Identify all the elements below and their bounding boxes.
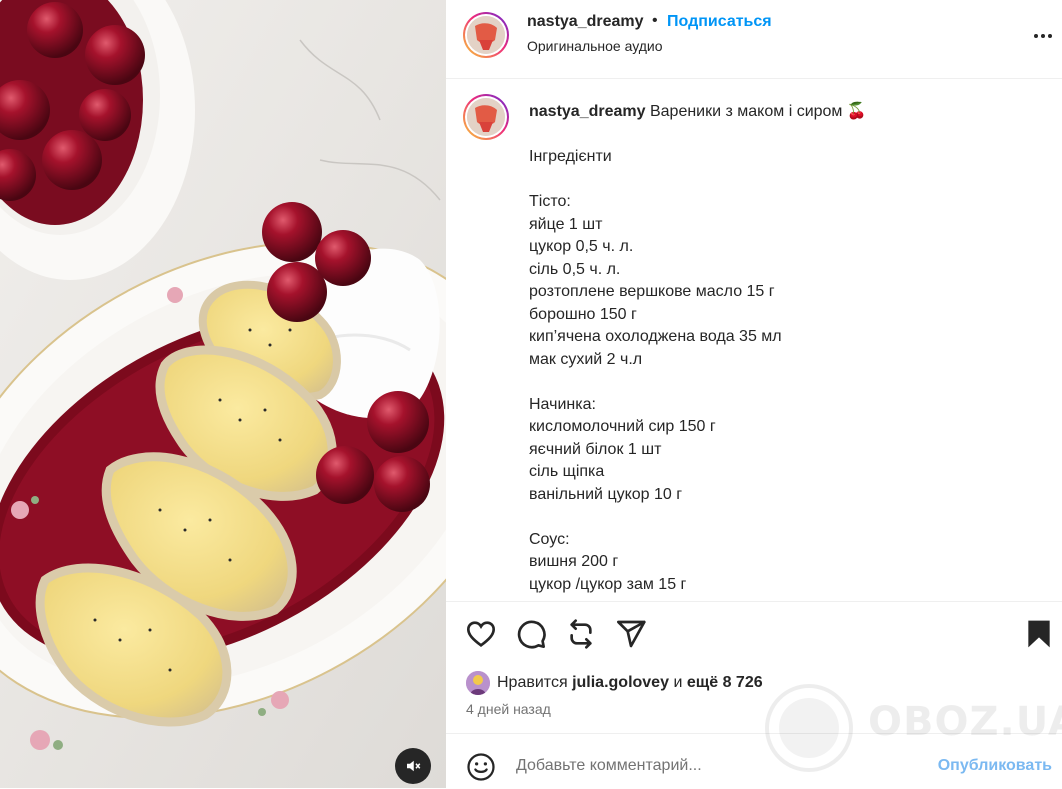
likes-and: и bbox=[673, 674, 683, 691]
caption-line: ванільний цукор 10 г bbox=[529, 485, 683, 503]
repost-icon[interactable] bbox=[565, 618, 597, 650]
caption-line: сіль 0,5 ч. л. bbox=[529, 260, 621, 278]
caption-line bbox=[529, 506, 782, 529]
audio-label[interactable]: Оригинальное аудио bbox=[527, 38, 663, 54]
likes-prefix: Нравится bbox=[497, 674, 568, 691]
caption-line: Тісто: bbox=[529, 193, 571, 210]
likes-count[interactable]: ещё 8 726 bbox=[687, 674, 763, 692]
likes-user[interactable]: julia.golovey bbox=[572, 674, 669, 692]
caption-line: Начинка: bbox=[529, 395, 596, 413]
caption-title: Вареники з маком і сиром 🍒 bbox=[649, 103, 867, 120]
comment-icon[interactable] bbox=[515, 618, 547, 650]
caption-line: розтоплене вершкове масло 15 г bbox=[529, 283, 775, 300]
caption-area[interactable]: nastya_dreamy Вареники з маком і сиром 🍒… bbox=[446, 79, 1062, 601]
caption-line bbox=[529, 371, 782, 394]
caption-line: цукор /цукор зам 15 г bbox=[529, 575, 687, 593]
likes-line: Нравится julia.golovey и ещё 8 726 bbox=[466, 670, 763, 696]
caption-line: яєчний білок 1 шт bbox=[529, 440, 662, 458]
caption-line: мак сухий 2 ч.л bbox=[529, 350, 643, 368]
post-header: nastya_dreamy • Подписаться Оригинальное… bbox=[446, 0, 1062, 79]
action-bar: Нравится julia.golovey и ещё 8 726 4 дне… bbox=[446, 601, 1062, 732]
post-timestamp[interactable]: 4 дней назад bbox=[466, 701, 551, 717]
post-image[interactable] bbox=[0, 0, 446, 788]
mute-button[interactable] bbox=[395, 748, 431, 784]
caption-line: кип’ячена охолоджена вода 35 мл bbox=[529, 328, 782, 345]
caption-text: Інгредієнти Тісто: яйце 1 шт цукор 0,5 ч. л… bbox=[529, 146, 782, 596]
emoji-icon[interactable] bbox=[466, 752, 496, 782]
caption-line bbox=[529, 169, 782, 192]
caption-line: кисломолочний сир 150 г bbox=[529, 418, 716, 435]
caption-avatar[interactable] bbox=[463, 94, 509, 140]
comment-bar: Опубликовать bbox=[446, 733, 1062, 789]
liker-avatar[interactable] bbox=[466, 671, 490, 695]
post-panel: nastya_dreamy • Подписаться Оригинальное… bbox=[446, 0, 1062, 788]
bookmark-icon[interactable] bbox=[1023, 618, 1055, 650]
caption-line: борошно 150 г bbox=[529, 305, 637, 323]
caption-username[interactable]: nastya_dreamy bbox=[529, 103, 646, 120]
caption-line: яйце 1 шт bbox=[529, 215, 603, 233]
caption-line: сіль щіпка bbox=[529, 463, 605, 480]
follow-button[interactable]: Подписаться bbox=[667, 13, 772, 31]
share-icon[interactable] bbox=[615, 618, 647, 650]
mute-icon bbox=[407, 760, 421, 772]
caption-line: вишня 200 г bbox=[529, 553, 619, 570]
more-icon[interactable] bbox=[1031, 24, 1055, 48]
header-username[interactable]: nastya_dreamy bbox=[527, 13, 644, 31]
caption-first-line: nastya_dreamy Вареники з маком і сиром 🍒 bbox=[529, 101, 867, 123]
heart-icon[interactable] bbox=[465, 618, 497, 650]
caption-line: цукор 0,5 ч. л. bbox=[529, 238, 634, 255]
caption-line: Соус: bbox=[529, 530, 570, 548]
avatar[interactable] bbox=[463, 12, 509, 58]
publish-button[interactable]: Опубликовать bbox=[938, 757, 1052, 775]
comment-input[interactable] bbox=[516, 754, 856, 778]
dumplings-photo bbox=[0, 0, 446, 788]
caption-line: Інгредієнти bbox=[529, 148, 612, 165]
separator-dot: • bbox=[652, 12, 658, 29]
